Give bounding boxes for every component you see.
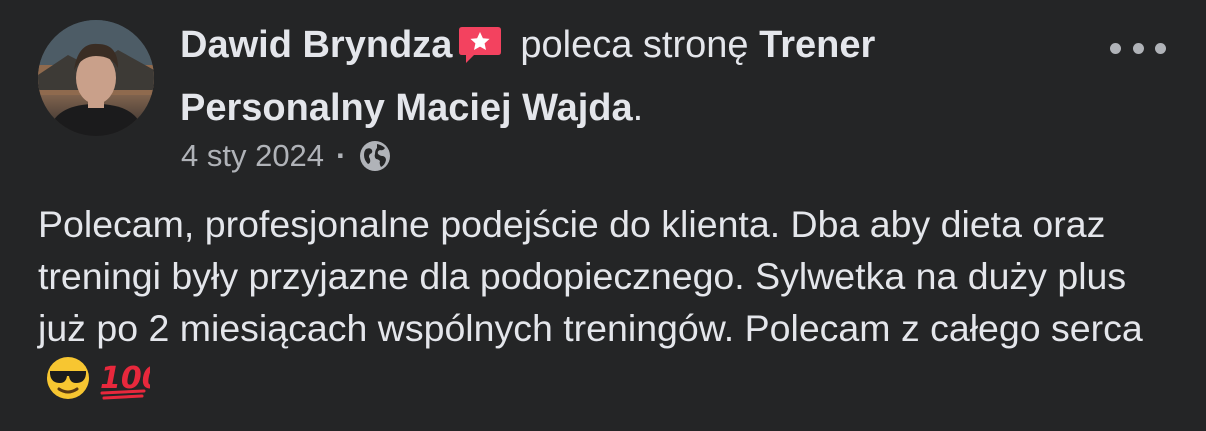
more-dot (1132, 42, 1144, 54)
recommends-verb: poleca stronę (520, 24, 749, 66)
recommendation-star-icon (458, 25, 502, 81)
sunglasses-face-emoji (44, 354, 92, 415)
post-date[interactable]: 4 sty 2024 (181, 138, 324, 174)
globe-icon[interactable] (358, 139, 392, 173)
post-header: Dawid Bryndza poleca stronę Trener Perso… (180, 18, 1080, 136)
author-name[interactable]: Dawid Bryndza (180, 24, 452, 66)
page-name-suffix: . (632, 87, 644, 129)
more-dot (1110, 42, 1121, 54)
post-meta: 4 sty 2024 · (181, 134, 392, 178)
hundred-points-emoji: 100 (98, 354, 163, 415)
post-body: Polecam, profesjonalne podejście do klie… (38, 198, 1178, 415)
more-options-icon[interactable] (1110, 28, 1166, 68)
more-dot (1155, 42, 1166, 54)
recommendation-post: Dawid Bryndza poleca stronę Trener Perso… (0, 0, 1206, 431)
post-text: Polecam, profesjonalne podejście do klie… (38, 203, 1143, 349)
avatar-photo (38, 20, 154, 136)
meta-separator: · (336, 138, 347, 173)
author-avatar[interactable] (38, 20, 154, 136)
